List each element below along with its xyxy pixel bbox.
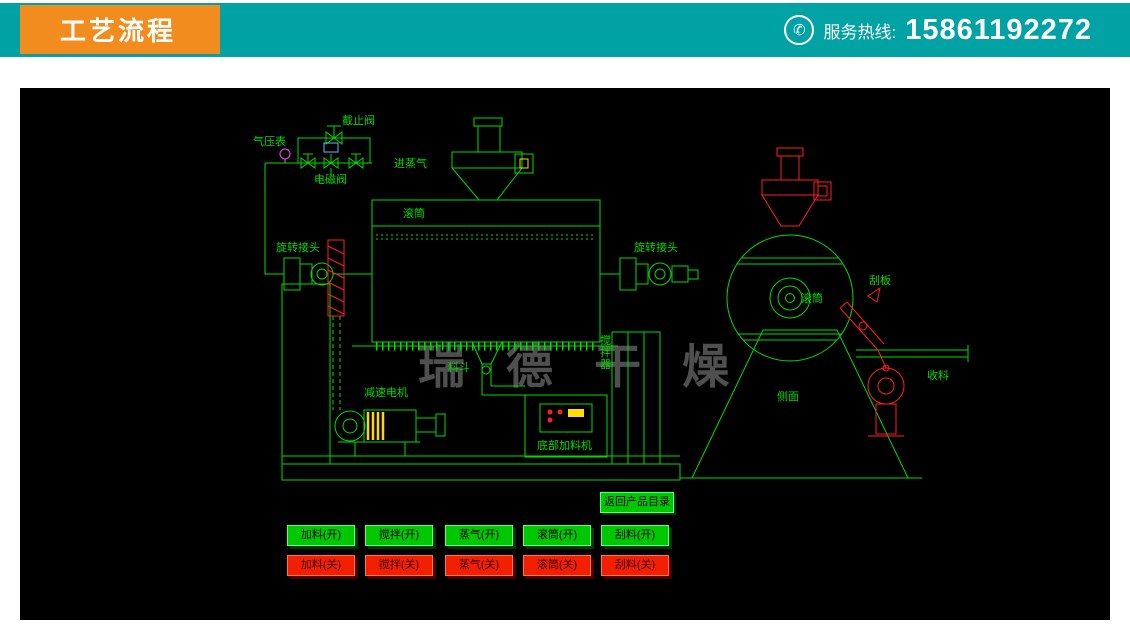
page-title: 工艺流程 [20, 5, 220, 54]
back-to-catalog-button[interactable]: 返回产品目录 [600, 492, 674, 513]
steam-on-button[interactable]: 蒸气(开) [445, 525, 513, 546]
chain-drive [333, 316, 340, 410]
drum-right-label: 滚筒 [801, 291, 823, 305]
scrape-on-button[interactable]: 刮料(开) [601, 525, 669, 546]
left-machine [265, 118, 698, 480]
rotary-joint-right-label: 旋转接头 [634, 240, 678, 254]
agitator-label: 搅拌器 [600, 333, 611, 371]
collect-label: 收料 [927, 368, 949, 382]
feeder-display [568, 409, 584, 417]
right-machine [680, 235, 968, 478]
pressure-gauge-dial [280, 149, 290, 163]
header-bar: 工艺流程 ✆ 服务热线: 15861192272 [0, 3, 1130, 57]
motor-fins [368, 412, 383, 440]
rotary-joint-right-assembly [600, 258, 698, 290]
drum-body [372, 200, 600, 342]
drum-circle [727, 235, 853, 361]
hotline-label: 服务热线: [823, 18, 896, 43]
drum-on-button[interactable]: 滚筒(开) [523, 525, 591, 546]
collect-chute [856, 345, 968, 362]
bottom-feeder-label: 底部加料机 [537, 438, 592, 452]
drum-left-label: 滚筒 [403, 206, 425, 220]
hotline: ✆ 服务热线: 15861192272 [784, 3, 1092, 57]
bottom-funnel [472, 342, 525, 395]
rotary-joint-left-label: 旋转接头 [276, 240, 320, 254]
scrape-off-button[interactable]: 刮料(关) [601, 555, 669, 576]
gear-motor-assembly [335, 410, 445, 456]
feed-on-button[interactable]: 加料(开) [287, 525, 355, 546]
indicator-light [558, 410, 563, 415]
indicator-light [548, 418, 553, 423]
diagram-panel: 瑞 德 干 燥 [20, 88, 1110, 620]
red-top-hopper [762, 148, 831, 226]
drum-off-button[interactable]: 滚筒(关) [523, 555, 591, 576]
steam-off-button[interactable]: 蒸气(关) [445, 555, 513, 576]
feed-off-button[interactable]: 加料(关) [287, 555, 355, 576]
scraper-assembly [840, 288, 904, 436]
hotline-number: 15861192272 [905, 14, 1092, 47]
hopper-sight-glass [520, 159, 528, 168]
side-view-label: 侧面 [777, 390, 799, 403]
gear-motor-label: 减速电机 [364, 385, 408, 399]
stir-on-button[interactable]: 搅拌(开) [365, 525, 433, 546]
hopper-label: 料斗 [448, 360, 470, 374]
stop-valve-label: 截止阀 [342, 113, 375, 127]
steam-inlet-label: 进蒸气 [394, 156, 427, 170]
indicator-light [548, 410, 553, 415]
stir-off-button[interactable]: 搅拌(关) [365, 555, 433, 576]
solenoid-valve-label: 电磁阀 [314, 172, 347, 186]
phone-icon: ✆ [784, 15, 814, 45]
scraper-label: 刮板 [869, 273, 891, 287]
pressure-gauge-label: 气压表 [253, 134, 286, 148]
